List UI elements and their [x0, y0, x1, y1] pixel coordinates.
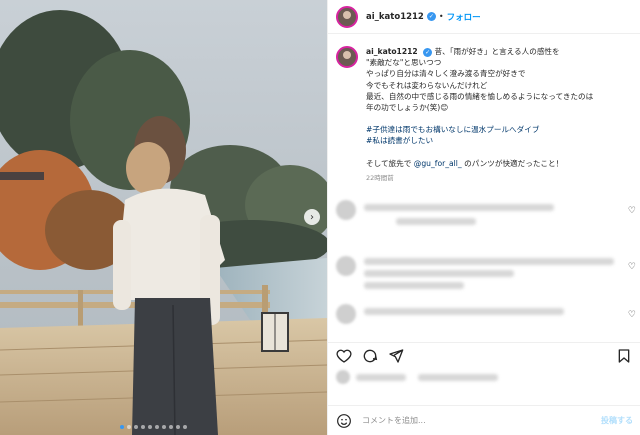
caption-body: ai_kato1212 ✓ 昔、「雨が好き」と言える人の感性を "素敵だな"と思…: [366, 46, 593, 184]
action-bar: [328, 342, 640, 368]
comment-bar: コメントを追加... 投稿する: [328, 405, 640, 435]
caption-line: "素敵だな"と思いつつ: [366, 58, 442, 68]
carousel-dot: [155, 425, 159, 429]
heart-icon[interactable]: ♡: [628, 206, 636, 216]
caption: ai_kato1212 ✓ 昔、「雨が好き」と言える人の感性を "素敵だな"と思…: [336, 46, 636, 184]
emoji-icon[interactable]: [336, 413, 352, 429]
post-timestamp: 22時間前: [366, 173, 394, 182]
hashtag-link[interactable]: #私は読書がしたい: [366, 135, 593, 146]
caption-text: 昔、「雨が好き」と言える人の感性を: [434, 47, 560, 56]
follow-button[interactable]: フォロー: [447, 11, 481, 23]
bookmark-icon[interactable]: [616, 348, 632, 364]
blurred-comment-meta: [396, 218, 476, 225]
post-side-panel: ai_kato1212 ✓ • フォロー ai_kato1212 ✓ 昔、「雨が…: [327, 0, 640, 435]
blurred-like-text: [356, 374, 406, 381]
verified-badge-icon: ✓: [423, 48, 433, 58]
heart-icon[interactable]: [336, 348, 352, 364]
mention-link[interactable]: @gu_for_all_: [414, 159, 462, 168]
caption-line: やっぱり自分は清々しく澄み渡る青空が好きで: [366, 69, 526, 79]
chevron-right-icon: ›: [310, 211, 314, 223]
next-slide-button[interactable]: ›: [304, 209, 320, 225]
avatar[interactable]: [336, 304, 356, 324]
liked-by-row: [336, 368, 636, 388]
carousel-dot: [120, 425, 124, 429]
carousel-dot: [148, 425, 152, 429]
comment-item: ♡: [336, 304, 636, 338]
carousel-indicator: [120, 425, 187, 429]
post-comment-button[interactable]: 投稿する: [601, 415, 633, 426]
caption-line: ai_kato1212 ✓ 昔、「雨が好き」と言える人の感性を: [366, 46, 593, 58]
comment-item: ♡: [336, 200, 636, 234]
carousel-dot: [176, 425, 180, 429]
comment-list: ♡ ♡ ♡: [336, 200, 636, 338]
caption-footer: そして旅先で @gu_for_all_ のパンツが快適だったこと！: [366, 158, 593, 169]
instagram-post: › ai_kato1212 ✓ • フォロー ai_kato1212 ✓ 昔、「…: [0, 0, 640, 435]
carousel-dot: [141, 425, 145, 429]
blurred-comment-text: [364, 308, 564, 315]
caption-line: 最近、自然の中で感じる雨の情緒を愉しめるようになってきたのは: [366, 91, 594, 101]
comment-icon[interactable]: [362, 348, 378, 364]
blurred-comment-text: [364, 270, 514, 277]
username-link[interactable]: ai_kato1212: [366, 12, 424, 22]
carousel-dot: [183, 425, 187, 429]
separator-dot: •: [438, 12, 444, 21]
caption-footer-text: のパンツが快適だったこと！: [461, 158, 564, 168]
carousel-dot: [169, 425, 173, 429]
caption-footer-text: そして旅先で: [366, 158, 414, 168]
carousel-dot: [162, 425, 166, 429]
caption-avatar[interactable]: [336, 46, 358, 68]
blurred-like-text: [418, 374, 498, 381]
post-photo[interactable]: ›: [0, 0, 327, 435]
comment-input[interactable]: コメントを追加...: [362, 415, 601, 426]
share-icon[interactable]: [388, 348, 404, 364]
caption-line: 今でもそれは変わらないんだけれど: [366, 80, 488, 90]
carousel-dot: [127, 425, 131, 429]
hashtag-link[interactable]: #子供達は雨でもお構いなしに温水プールへダイブ: [366, 124, 593, 135]
caption-line: 年の功でしょうか(笑)😊: [366, 103, 449, 113]
heart-icon[interactable]: ♡: [628, 262, 636, 272]
avatar[interactable]: [336, 370, 350, 384]
heart-icon[interactable]: ♡: [628, 310, 636, 320]
blurred-comment-meta: [364, 282, 464, 289]
comment-item: ♡: [336, 256, 636, 290]
blurred-comment-text: [364, 258, 614, 265]
post-header: ai_kato1212 ✓ • フォロー: [328, 0, 640, 34]
photo-illustration: [0, 0, 327, 435]
carousel-dot: [134, 425, 138, 429]
avatar[interactable]: [336, 5, 358, 28]
blurred-comment-text: [364, 204, 554, 211]
avatar[interactable]: [336, 256, 356, 276]
verified-badge-icon: ✓: [426, 12, 436, 21]
avatar[interactable]: [336, 200, 356, 220]
caption-username-link[interactable]: ai_kato1212: [366, 47, 418, 56]
